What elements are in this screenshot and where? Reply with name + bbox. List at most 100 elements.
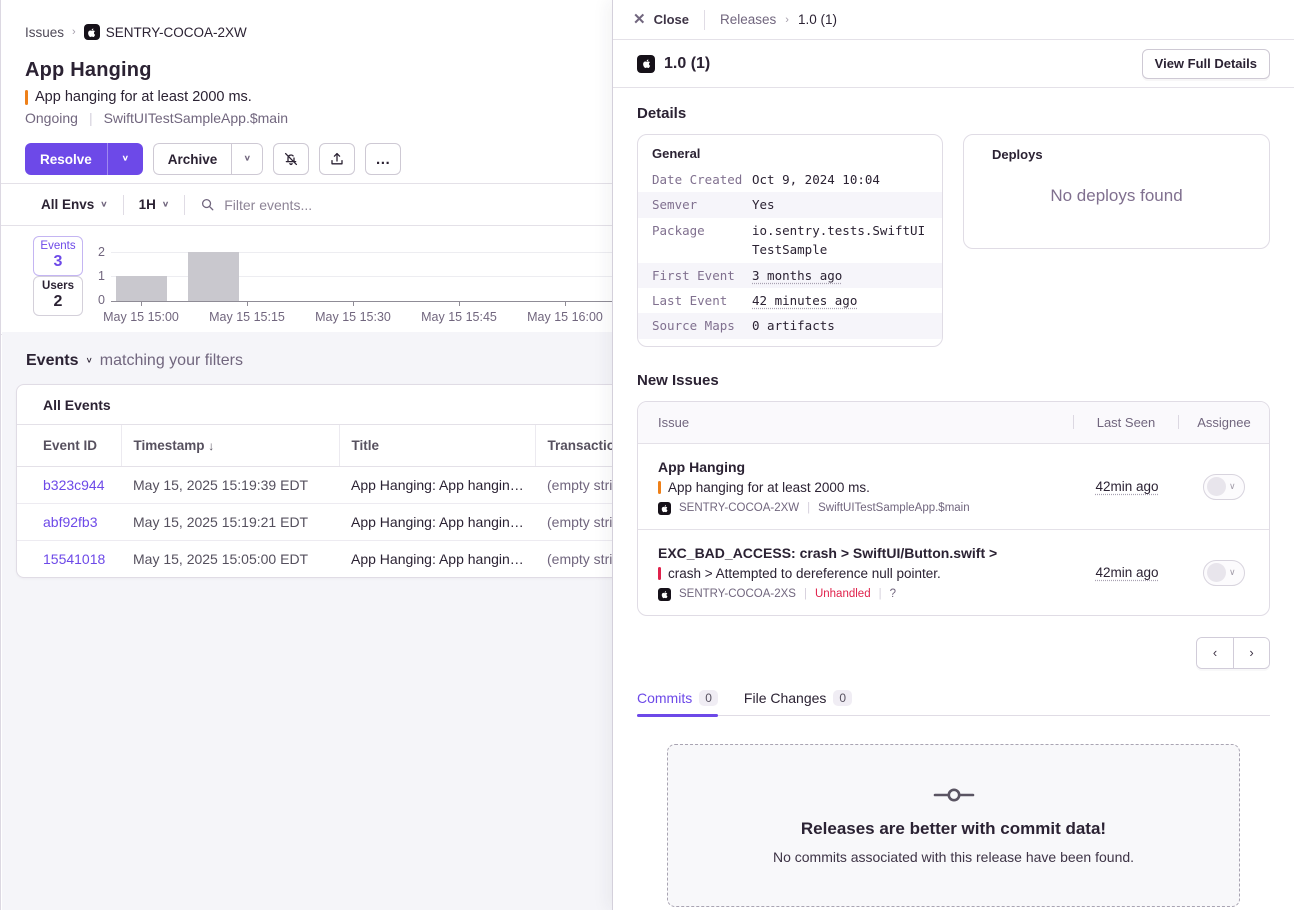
chevron-down-icon: ∨ (162, 201, 169, 209)
resolve-button[interactable]: Resolve (25, 143, 107, 175)
release-title: 1.0 (1) (637, 55, 710, 73)
divider (184, 195, 185, 215)
divider (123, 195, 124, 215)
events-section-heading: Events ∨ matching your filters (2, 332, 612, 370)
environment-filter[interactable]: All Envs ∨ (41, 197, 108, 212)
divider: | (879, 588, 882, 600)
breadcrumb-project[interactable]: SENTRY-COCOA-2XW (84, 24, 247, 40)
event-timestamp: May 15, 2025 15:05:00 EDT (121, 540, 339, 577)
status-badge: Ongoing (25, 110, 78, 126)
filter-events-input[interactable]: Filter events... (200, 197, 612, 213)
table-row: abf92fb3 May 15, 2025 15:19:21 EDT App H… (17, 503, 612, 540)
event-id-link[interactable]: b323c944 (17, 466, 121, 503)
bell-slash-icon (283, 151, 299, 167)
divider: | (804, 588, 807, 600)
mute-button[interactable] (273, 143, 309, 175)
breadcrumb-releases-link[interactable]: Releases (720, 12, 776, 27)
close-button[interactable]: ✕ Close (633, 12, 689, 27)
artifacts-link[interactable]: 0 artifacts (752, 316, 835, 335)
share-button[interactable] (319, 143, 355, 175)
breadcrumb-issues-link[interactable]: Issues (25, 25, 64, 40)
archive-dropdown-button[interactable]: ∨ (231, 143, 263, 175)
table-header-row: Event ID Timestamp ↓ Title Transaction (17, 425, 612, 466)
detail-key: Package (652, 221, 752, 260)
next-page-button[interactable]: › (1233, 638, 1269, 668)
users-stat-card[interactable]: Users 2 (33, 276, 83, 316)
assignee-dropdown[interactable]: ∨ (1203, 560, 1245, 586)
issue-title-link[interactable]: EXC_BAD_ACCESS: crash > SwiftUI/Button.s… (658, 545, 1075, 561)
detail-value: 3 months ago (752, 266, 842, 285)
issue-culprit-text: App hanging for at least 2000 ms. (35, 89, 252, 105)
event-timestamp: May 15, 2025 15:19:21 EDT (121, 503, 339, 540)
chart-bar (116, 276, 167, 301)
search-icon (200, 197, 215, 212)
column-header-title[interactable]: Title (339, 425, 535, 466)
column-header-event-id[interactable]: Event ID (17, 425, 121, 466)
level-indicator (658, 567, 661, 580)
new-issues-table: Issue Last Seen Assignee App Hanging App… (637, 401, 1270, 616)
gridline (111, 252, 612, 253)
detail-key: Date Created (652, 170, 752, 189)
table-row: 15541018 May 15, 2025 15:05:00 EDT App H… (17, 540, 612, 577)
axis-tick (247, 302, 248, 306)
environment-filter-label: All Envs (41, 197, 94, 212)
detail-row: Semver Yes (638, 192, 942, 217)
timestamp-header-label: Timestamp (134, 438, 205, 453)
detail-value: io.sentry.tests.SwiftUITestSample (752, 221, 928, 260)
event-title: App Hanging: App hangin… (339, 466, 535, 503)
event-id-link[interactable]: 15541018 (17, 540, 121, 577)
period-filter[interactable]: 1H ∨ (139, 197, 170, 212)
detail-key: First Event (652, 266, 752, 285)
y-axis-tick: 1 (87, 269, 105, 283)
chevron-down-icon: ∨ (244, 155, 251, 163)
detail-row: First Event 3 months ago (638, 263, 942, 288)
general-card: General Date Created Oct 9, 2024 10:04 S… (637, 134, 943, 347)
axis-tick (141, 302, 142, 306)
previous-page-button[interactable]: ‹ (1197, 638, 1233, 668)
divider (704, 10, 705, 30)
event-id-link[interactable]: abf92fb3 (17, 503, 121, 540)
issue-title-link[interactable]: App Hanging (658, 459, 1075, 475)
more-actions-button[interactable]: … (365, 143, 401, 175)
view-full-details-button[interactable]: View Full Details (1142, 49, 1270, 79)
events-stat-card[interactable]: Events 3 (33, 236, 83, 276)
empty-state-title: Releases are better with commit data! (801, 819, 1106, 839)
search-placeholder: Filter events... (224, 197, 312, 213)
tab-commits[interactable]: Commits 0 (637, 690, 718, 715)
detail-row: Last Event 42 minutes ago (638, 288, 942, 313)
chevron-down-icon[interactable]: ∨ (85, 357, 92, 365)
empty-state-subtitle: No commits associated with this release … (773, 849, 1134, 865)
issue-culprit: App hanging for at least 2000 ms. (25, 89, 612, 105)
tab-commits-label: Commits (637, 690, 692, 706)
column-header-timestamp[interactable]: Timestamp ↓ (121, 425, 339, 466)
detail-key: Semver (652, 195, 752, 214)
details-heading: Details (637, 105, 1270, 122)
issue-meta: Ongoing | SwiftUITestSampleApp.$main (25, 110, 612, 126)
close-icon: ✕ (633, 12, 646, 27)
new-issues-heading: New Issues (637, 372, 1270, 389)
drawer-topbar: ✕ Close Releases › 1.0 (1) (613, 0, 1294, 40)
commits-empty-state: Releases are better with commit data! No… (667, 744, 1240, 907)
pagination: ‹ › (637, 637, 1270, 669)
apple-platform-icon (84, 24, 100, 40)
archive-button[interactable]: Archive (153, 143, 232, 175)
apple-platform-icon (637, 55, 655, 73)
breadcrumb: Issues › SENTRY-COCOA-2XW (25, 24, 612, 40)
gridline (111, 276, 612, 277)
resolve-dropdown-button[interactable]: ∨ (107, 143, 143, 175)
tab-file-changes[interactable]: File Changes 0 (744, 690, 852, 715)
column-header-transaction[interactable]: Transaction (535, 425, 612, 466)
drawer-header: 1.0 (1) View Full Details (613, 40, 1294, 88)
tab-file-changes-label: File Changes (744, 690, 827, 706)
event-transaction: (empty string) (535, 503, 612, 540)
assignee-dropdown[interactable]: ∨ (1203, 474, 1245, 500)
last-seen-value: 42min ago (1095, 479, 1158, 494)
deploys-empty-text: No deploys found (978, 186, 1255, 206)
events-heading-label[interactable]: Events (26, 352, 78, 370)
commit-icon (931, 786, 977, 804)
archive-split-button: Archive ∨ (153, 143, 264, 175)
event-transaction: (empty string) (535, 466, 612, 503)
tab-commits-count: 0 (699, 690, 718, 706)
release-title-label: 1.0 (1) (664, 55, 710, 73)
issue-short-id: SENTRY-COCOA-2XW (679, 502, 799, 514)
